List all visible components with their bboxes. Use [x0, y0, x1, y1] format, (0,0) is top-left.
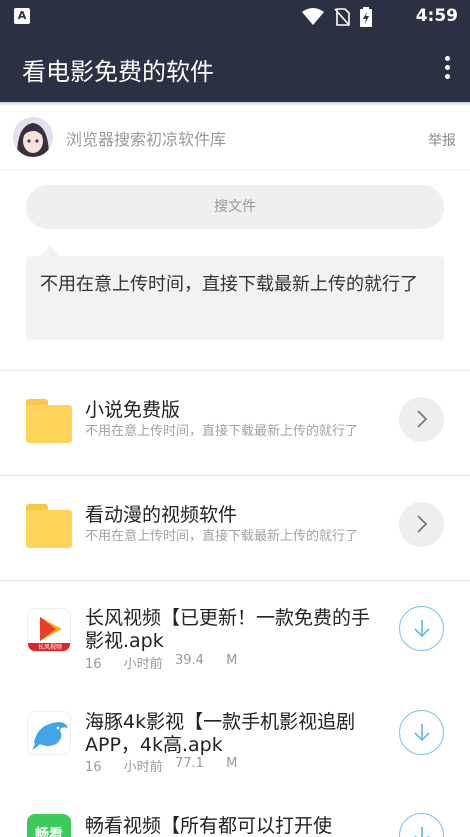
dolphin-app-icon	[27, 711, 71, 755]
wifi-icon	[302, 8, 324, 25]
file-size: 77.1 M	[175, 756, 238, 771]
open-folder-button[interactable]	[399, 502, 444, 547]
file-title-line2: 影视.apk	[85, 630, 164, 652]
download-button[interactable]	[399, 606, 444, 651]
status-icons	[302, 6, 372, 28]
search-files-button[interactable]: 搜文件	[26, 185, 444, 229]
file-item[interactable]: 畅看 畅看视频【所有都可以打开使	[0, 789, 470, 837]
folder-icon	[26, 399, 72, 443]
more-vert-icon[interactable]	[442, 56, 452, 82]
download-icon	[414, 620, 430, 638]
open-folder-button[interactable]	[399, 397, 444, 442]
uploader-name[interactable]: 浏览器搜索初凉软件库	[66, 126, 226, 150]
page-title: 看电影免费的软件	[22, 58, 214, 86]
changfeng-app-icon: 长风视频	[27, 608, 71, 652]
message-text: 不用在意上传时间，直接下载最新上传的就行了	[40, 274, 418, 295]
folder-description: 不用在意上传时间，直接下载最新上传的就行了	[85, 529, 359, 544]
folder-title: 小说免费版	[85, 399, 181, 421]
file-time: 16 小时前	[85, 657, 163, 672]
download-icon	[414, 827, 430, 837]
file-item[interactable]: 海豚4k影视【一款手机影视追剧 APP，4k高.apk 16 小时前 77.1 …	[0, 685, 470, 789]
app-bar: 看电影免费的软件	[0, 34, 470, 102]
changfeng-icon-caption: 长风视频	[37, 644, 62, 651]
chevron-right-icon	[417, 515, 428, 533]
folder-description: 不用在意上传时间，直接下载最新上传的就行了	[85, 424, 359, 439]
download-button[interactable]	[399, 710, 444, 755]
file-title-line1: 畅看视频【所有都可以打开使	[85, 815, 333, 837]
folder-title: 看动漫的视频软件	[85, 504, 238, 526]
folder-item[interactable]: 看动漫的视频软件 不用在意上传时间，直接下载最新上传的就行了	[0, 476, 470, 580]
folder-item[interactable]: 小说免费版 不用在意上传时间，直接下载最新上传的就行了	[0, 371, 470, 475]
file-time: 16 小时前	[85, 760, 163, 775]
avatar[interactable]	[13, 117, 53, 157]
battery-charging-icon	[360, 7, 372, 27]
folder-icon	[26, 504, 72, 548]
download-button[interactable]	[399, 813, 444, 837]
download-icon	[414, 724, 430, 742]
changkan-app-icon: 畅看	[27, 814, 71, 837]
file-title-line2: APP，4k高.apk	[85, 734, 223, 756]
status-time: 4:59	[415, 6, 458, 26]
status-bar: A 4:59	[0, 0, 470, 34]
chevron-right-icon	[417, 410, 428, 428]
changkan-icon-caption: 畅看	[35, 827, 63, 837]
uploader-header: 浏览器搜索初凉软件库 举报	[0, 106, 470, 170]
file-item[interactable]: 长风视频 长风视频【已更新！一款免费的手 影视.apk 16 小时前 39.4 …	[0, 581, 470, 685]
message-bubble: 不用在意上传时间，直接下载最新上传的就行了	[26, 246, 444, 340]
notification-app-icon: A	[14, 8, 30, 24]
file-size: 39.4 M	[175, 653, 238, 668]
report-button[interactable]: 举报	[428, 130, 456, 150]
no-sim-icon	[334, 8, 350, 26]
